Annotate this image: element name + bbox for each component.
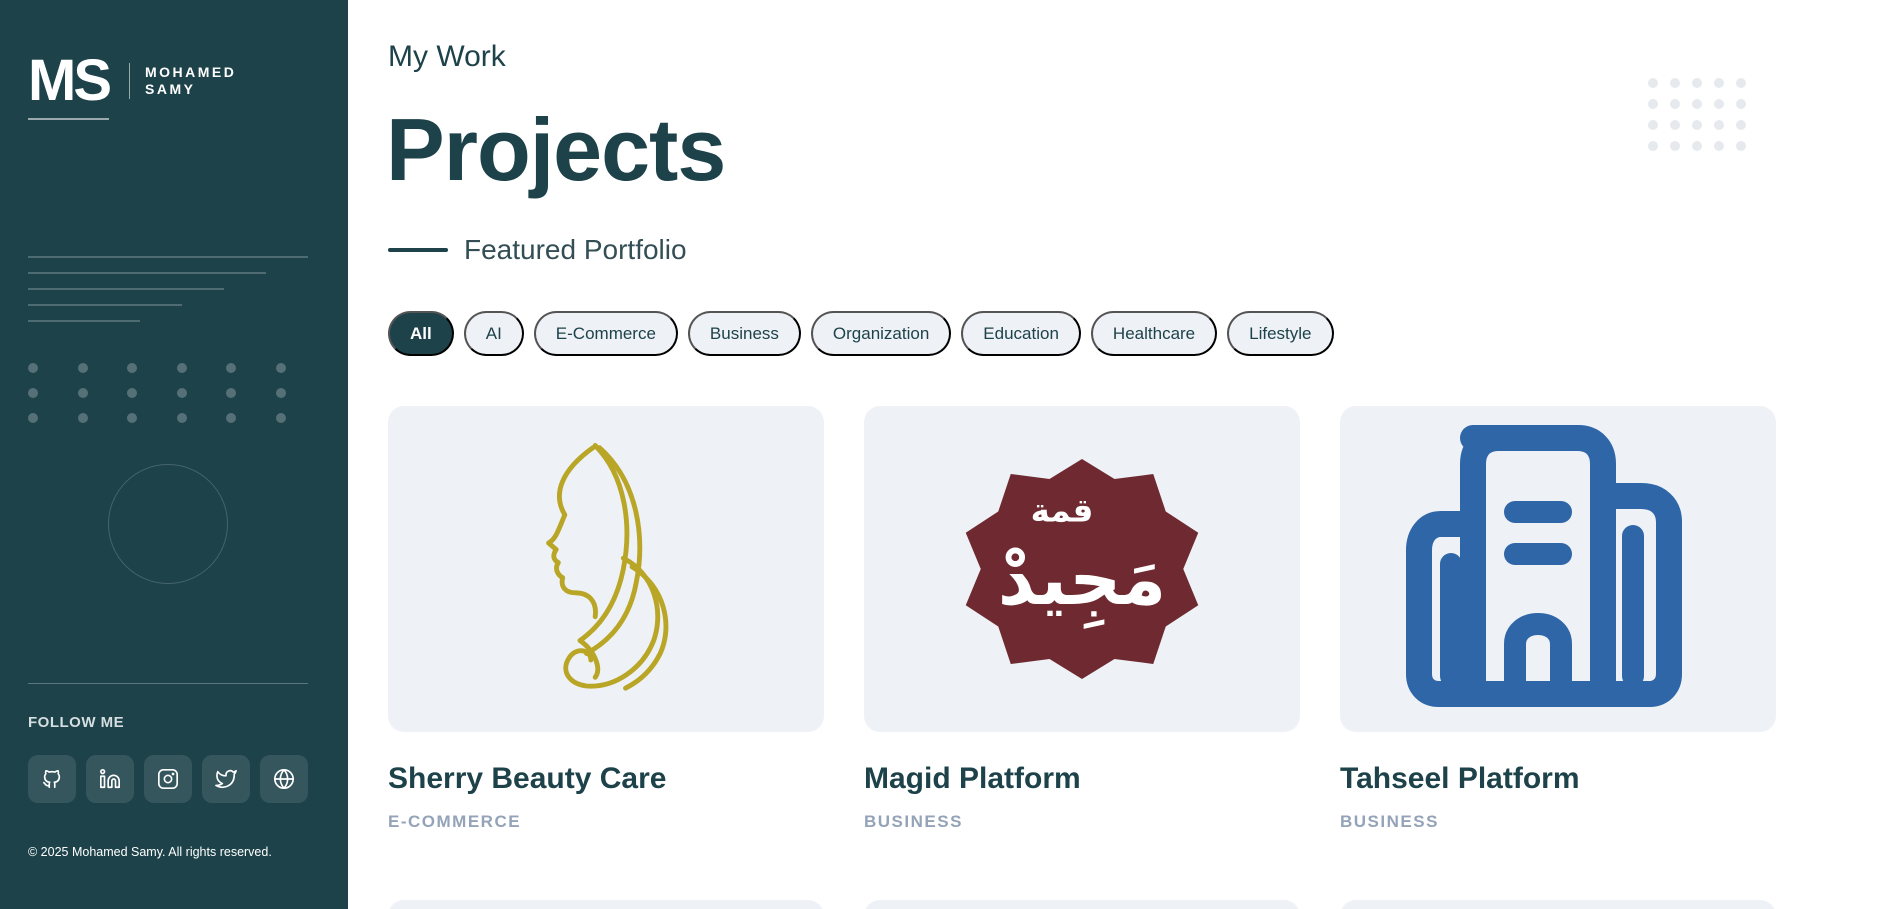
- twitter-icon: [215, 769, 237, 789]
- logo-name: MOHAMED SAMY: [145, 64, 236, 108]
- project-card-tahseel-platform[interactable]: Tahseel Platform BUSINESS: [1340, 406, 1776, 832]
- project-category: E-COMMERCE: [388, 812, 522, 831]
- page-title: Projects: [386, 100, 726, 199]
- logo-name-line1: MOHAMED: [145, 64, 237, 80]
- magid-platform-logo: قمة مَجِيدْ: [965, 459, 1199, 679]
- project-card-partial[interactable]: [864, 900, 1300, 909]
- project-card-sherry-beauty-care[interactable]: Sherry Beauty Care E-COMMERCE: [388, 406, 824, 832]
- sidebar: MS MOHAMED SAMY FOLLOW ME © 2025 Mohamed…: [0, 0, 348, 909]
- github-link[interactable]: [28, 755, 76, 803]
- github-icon: [42, 769, 61, 789]
- filter-all[interactable]: All: [388, 311, 454, 356]
- decorative-dot-grid: [28, 363, 286, 423]
- brand-logo[interactable]: MS MOHAMED SAMY: [28, 52, 236, 120]
- main-content: My Work Projects Featured Portfolio All …: [348, 0, 1893, 909]
- project-card-magid-platform[interactable]: قمة مَجِيدْ Magid Platform BUSINESS: [864, 406, 1300, 832]
- project-category: BUSINESS: [864, 812, 963, 831]
- instagram-icon: [158, 769, 178, 789]
- project-thumbnail: [1340, 406, 1776, 732]
- project-card-partial[interactable]: [1340, 900, 1776, 909]
- filter-healthcare[interactable]: Healthcare: [1090, 311, 1218, 356]
- decorative-lines: [28, 256, 308, 336]
- copyright-text: © 2025 Mohamed Samy. All rights reserved…: [28, 845, 272, 859]
- linkedin-icon: [100, 769, 120, 789]
- project-grid: Sherry Beauty Care E-COMMERCE قمة مَجِيد…: [388, 406, 1776, 832]
- logo-separator: [129, 63, 130, 99]
- project-thumbnail: قمة مَجِيدْ: [864, 406, 1300, 732]
- project-thumbnail: [388, 406, 824, 732]
- featured-heading: Featured Portfolio: [388, 234, 687, 266]
- project-title: Tahseel Platform: [1340, 762, 1580, 795]
- featured-accent-line: [388, 248, 448, 252]
- filter-ecommerce[interactable]: E-Commerce: [533, 311, 678, 356]
- featured-portfolio-label: Featured Portfolio: [464, 234, 687, 265]
- project-grid-row-2: [388, 900, 1776, 909]
- project-title: Magid Platform: [864, 762, 1081, 795]
- filter-ai[interactable]: AI: [463, 311, 524, 356]
- magid-logo-text-small: قمة: [1031, 492, 1094, 530]
- sherry-beauty-logo: [546, 443, 669, 691]
- linkedin-link[interactable]: [86, 755, 134, 803]
- project-title: Sherry Beauty Care: [388, 762, 667, 795]
- filter-education[interactable]: Education: [961, 311, 1081, 356]
- filter-lifestyle[interactable]: Lifestyle: [1227, 311, 1334, 356]
- category-filters: All AI E-Commerce Business Organization …: [388, 311, 1334, 356]
- magid-logo-text-large: مَجِيدْ: [998, 538, 1167, 629]
- logo-mark: MS: [28, 52, 112, 120]
- decorative-circle: [108, 464, 228, 584]
- logo-name-line2: SAMY: [145, 81, 196, 97]
- website-link[interactable]: [260, 755, 308, 803]
- follow-me-title: FOLLOW ME: [28, 714, 125, 731]
- project-card-partial[interactable]: [388, 900, 824, 909]
- social-links: [28, 755, 308, 803]
- instagram-link[interactable]: [144, 755, 192, 803]
- filter-business[interactable]: Business: [687, 311, 801, 356]
- sidebar-divider: [28, 683, 308, 684]
- filter-organization[interactable]: Organization: [810, 311, 952, 356]
- tahseel-building-logo: [1406, 425, 1682, 707]
- section-subtitle: My Work: [388, 40, 506, 73]
- decorative-dot-grid: [1648, 78, 1746, 151]
- twitter-link[interactable]: [202, 755, 250, 803]
- globe-icon: [274, 769, 294, 789]
- project-category: BUSINESS: [1340, 812, 1439, 831]
